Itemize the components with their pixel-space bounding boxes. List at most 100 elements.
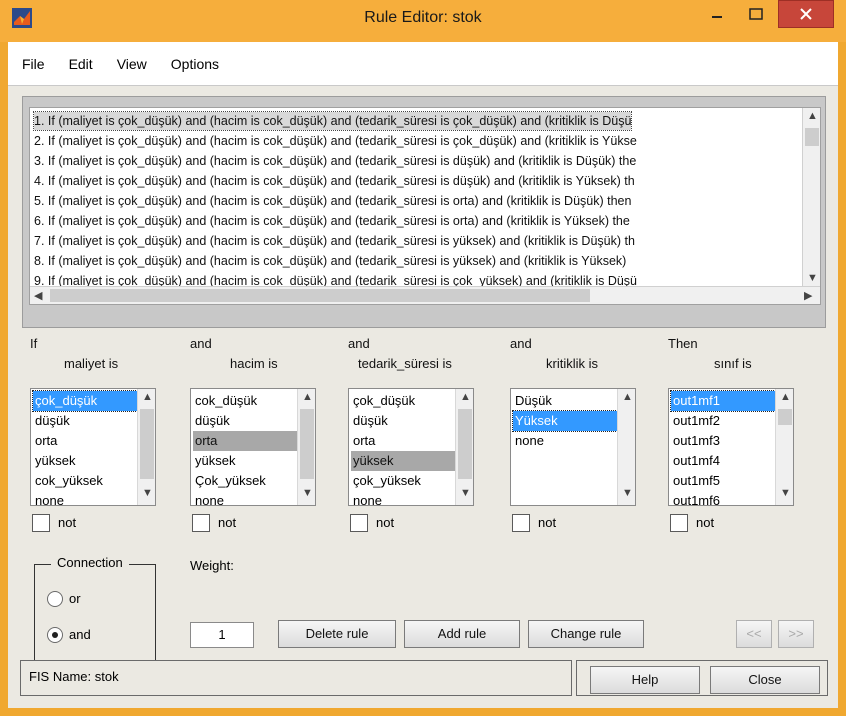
minimize-icon xyxy=(712,16,722,18)
rules-horizontal-scroll-thumb[interactable] xyxy=(50,289,590,302)
list-item[interactable]: yüksek xyxy=(193,451,297,471)
change-rule-button[interactable]: Change rule xyxy=(528,620,644,648)
kritiklik-listbox[interactable]: Düşük Yüksek none ▲ ▼ xyxy=(510,388,636,506)
listbox-scrollbar[interactable]: ▲ ▼ xyxy=(775,389,793,505)
list-item[interactable]: Yüksek xyxy=(512,410,618,432)
next-rule-button[interactable]: >> xyxy=(778,620,814,648)
chevron-up-icon[interactable]: ▲ xyxy=(460,391,471,403)
chevron-down-icon[interactable]: ▼ xyxy=(460,487,471,499)
list-item[interactable]: none xyxy=(351,491,455,505)
or-radio[interactable] xyxy=(47,591,63,607)
close-button[interactable]: Close xyxy=(710,666,820,694)
kritiklik-not-checkbox[interactable] xyxy=(512,514,530,532)
kritiklik-label: kritiklik is xyxy=(546,356,598,371)
list-item[interactable]: cok_yüksek xyxy=(33,471,137,491)
list-item[interactable]: çok_düşük xyxy=(32,390,138,412)
list-item[interactable]: çok_yüksek xyxy=(351,471,455,491)
rule-item[interactable]: 5. If (maliyet is çok_düşük) and (hacim … xyxy=(34,192,631,210)
list-item[interactable]: out1mf1 xyxy=(670,390,776,412)
list-item[interactable]: yüksek xyxy=(351,451,455,471)
rule-item[interactable]: 2. If (maliyet is çok_düşük) and (hacim … xyxy=(34,132,637,150)
scroll-left-icon[interactable]: ◀ xyxy=(34,289,42,302)
help-button[interactable]: Help xyxy=(590,666,700,694)
menu-options[interactable]: Options xyxy=(171,56,219,72)
scroll-up-icon[interactable]: ▲ xyxy=(807,110,818,122)
list-item[interactable]: out1mf6 xyxy=(671,491,775,505)
maliyet-not-checkbox[interactable] xyxy=(32,514,50,532)
list-item[interactable]: orta xyxy=(351,431,455,451)
hacim-not-checkbox[interactable] xyxy=(192,514,210,532)
delete-rule-button[interactable]: Delete rule xyxy=(278,620,396,648)
chevron-down-icon[interactable]: ▼ xyxy=(142,487,153,499)
and-label: and xyxy=(510,336,532,351)
list-item[interactable]: orta xyxy=(193,431,297,451)
title-bar[interactable]: Rule Editor: stok xyxy=(0,0,846,42)
sinif-label: sınıf is xyxy=(714,356,752,371)
rules-vertical-scroll-thumb[interactable] xyxy=(805,128,819,146)
chevron-up-icon[interactable]: ▲ xyxy=(142,391,153,403)
list-item[interactable]: çok_düşük xyxy=(351,391,455,411)
rules-vertical-scrollbar[interactable]: ▲ ▼ xyxy=(802,108,820,288)
rule-item[interactable]: 7. If (maliyet is çok_düşük) and (hacim … xyxy=(34,232,635,250)
list-item[interactable]: Düşük xyxy=(513,391,617,411)
rules-panel: 1. If (maliyet is çok_düşük) and (hacim … xyxy=(22,96,826,328)
menu-edit[interactable]: Edit xyxy=(69,56,93,72)
sinif-not-checkbox[interactable] xyxy=(670,514,688,532)
minimize-button[interactable] xyxy=(702,0,732,28)
rule-item[interactable]: 4. If (maliyet is çok_düşük) and (hacim … xyxy=(34,172,635,190)
chevron-down-icon[interactable]: ▼ xyxy=(622,487,633,499)
list-item[interactable]: out1mf5 xyxy=(671,471,775,491)
listbox-scrollbar[interactable]: ▲ ▼ xyxy=(455,389,473,505)
list-item[interactable]: none xyxy=(513,431,617,451)
rule-item[interactable]: 3. If (maliyet is çok_düşük) and (hacim … xyxy=(34,152,636,170)
list-item[interactable]: düşük xyxy=(193,411,297,431)
maximize-button[interactable] xyxy=(738,0,774,28)
scroll-down-icon[interactable]: ▼ xyxy=(807,272,818,284)
weight-input[interactable]: 1 xyxy=(190,622,254,648)
maliyet-listbox[interactable]: çok_düşük düşük orta yüksek cok_yüksek n… xyxy=(30,388,156,506)
listbox-scrollbar[interactable]: ▲ ▼ xyxy=(137,389,155,505)
rules-horizontal-scrollbar[interactable]: ◀ ▶ xyxy=(30,286,820,304)
menu-view[interactable]: View xyxy=(117,56,147,72)
list-item[interactable]: out1mf4 xyxy=(671,451,775,471)
listbox-scroll-thumb[interactable] xyxy=(458,409,472,479)
list-item[interactable]: cok_düşük xyxy=(193,391,297,411)
list-item[interactable]: yüksek xyxy=(33,451,137,471)
maximize-icon xyxy=(749,8,763,20)
list-item[interactable]: none xyxy=(33,491,137,505)
weight-label: Weight: xyxy=(190,558,234,573)
scroll-right-icon[interactable]: ▶ xyxy=(804,289,812,302)
listbox-scrollbar[interactable]: ▲ ▼ xyxy=(617,389,635,505)
if-label: If xyxy=(30,336,38,351)
chevron-down-icon[interactable]: ▼ xyxy=(780,487,791,499)
rule-item[interactable]: 8. If (maliyet is çok_düşük) and (hacim … xyxy=(34,252,626,270)
list-item[interactable]: out1mf3 xyxy=(671,431,775,451)
and-label: and xyxy=(190,336,212,351)
add-rule-button[interactable]: Add rule xyxy=(404,620,520,648)
rule-item[interactable]: 6. If (maliyet is çok_düşük) and (hacim … xyxy=(34,212,630,230)
tedarik-suresi-listbox[interactable]: çok_düşük düşük orta yüksek çok_yüksek n… xyxy=(348,388,474,506)
previous-rule-button[interactable]: << xyxy=(736,620,772,648)
and-radio[interactable] xyxy=(47,627,63,643)
rules-list[interactable]: 1. If (maliyet is çok_düşük) and (hacim … xyxy=(29,107,821,305)
list-item[interactable]: none xyxy=(193,491,297,505)
list-item[interactable]: düşük xyxy=(351,411,455,431)
rule-item[interactable]: 1. If (maliyet is çok_düşük) and (hacim … xyxy=(32,111,633,131)
close-window-button[interactable] xyxy=(778,0,834,28)
listbox-scroll-thumb[interactable] xyxy=(140,409,154,479)
chevron-up-icon[interactable]: ▲ xyxy=(780,391,791,403)
chevron-up-icon[interactable]: ▲ xyxy=(302,391,313,403)
listbox-scroll-thumb[interactable] xyxy=(300,409,314,479)
hacim-listbox[interactable]: cok_düşük düşük orta yüksek Çok_yüksek n… xyxy=(190,388,316,506)
menu-file[interactable]: File xyxy=(22,56,45,72)
listbox-scrollbar[interactable]: ▲ ▼ xyxy=(297,389,315,505)
list-item[interactable]: düşük xyxy=(33,411,137,431)
list-item[interactable]: out1mf2 xyxy=(671,411,775,431)
tedarik-suresi-not-checkbox[interactable] xyxy=(350,514,368,532)
chevron-up-icon[interactable]: ▲ xyxy=(622,391,633,403)
list-item[interactable]: Çok_yüksek xyxy=(193,471,297,491)
list-item[interactable]: orta xyxy=(33,431,137,451)
listbox-scroll-thumb[interactable] xyxy=(778,409,792,425)
chevron-down-icon[interactable]: ▼ xyxy=(302,487,313,499)
sinif-listbox[interactable]: out1mf1 out1mf2 out1mf3 out1mf4 out1mf5 … xyxy=(668,388,794,506)
